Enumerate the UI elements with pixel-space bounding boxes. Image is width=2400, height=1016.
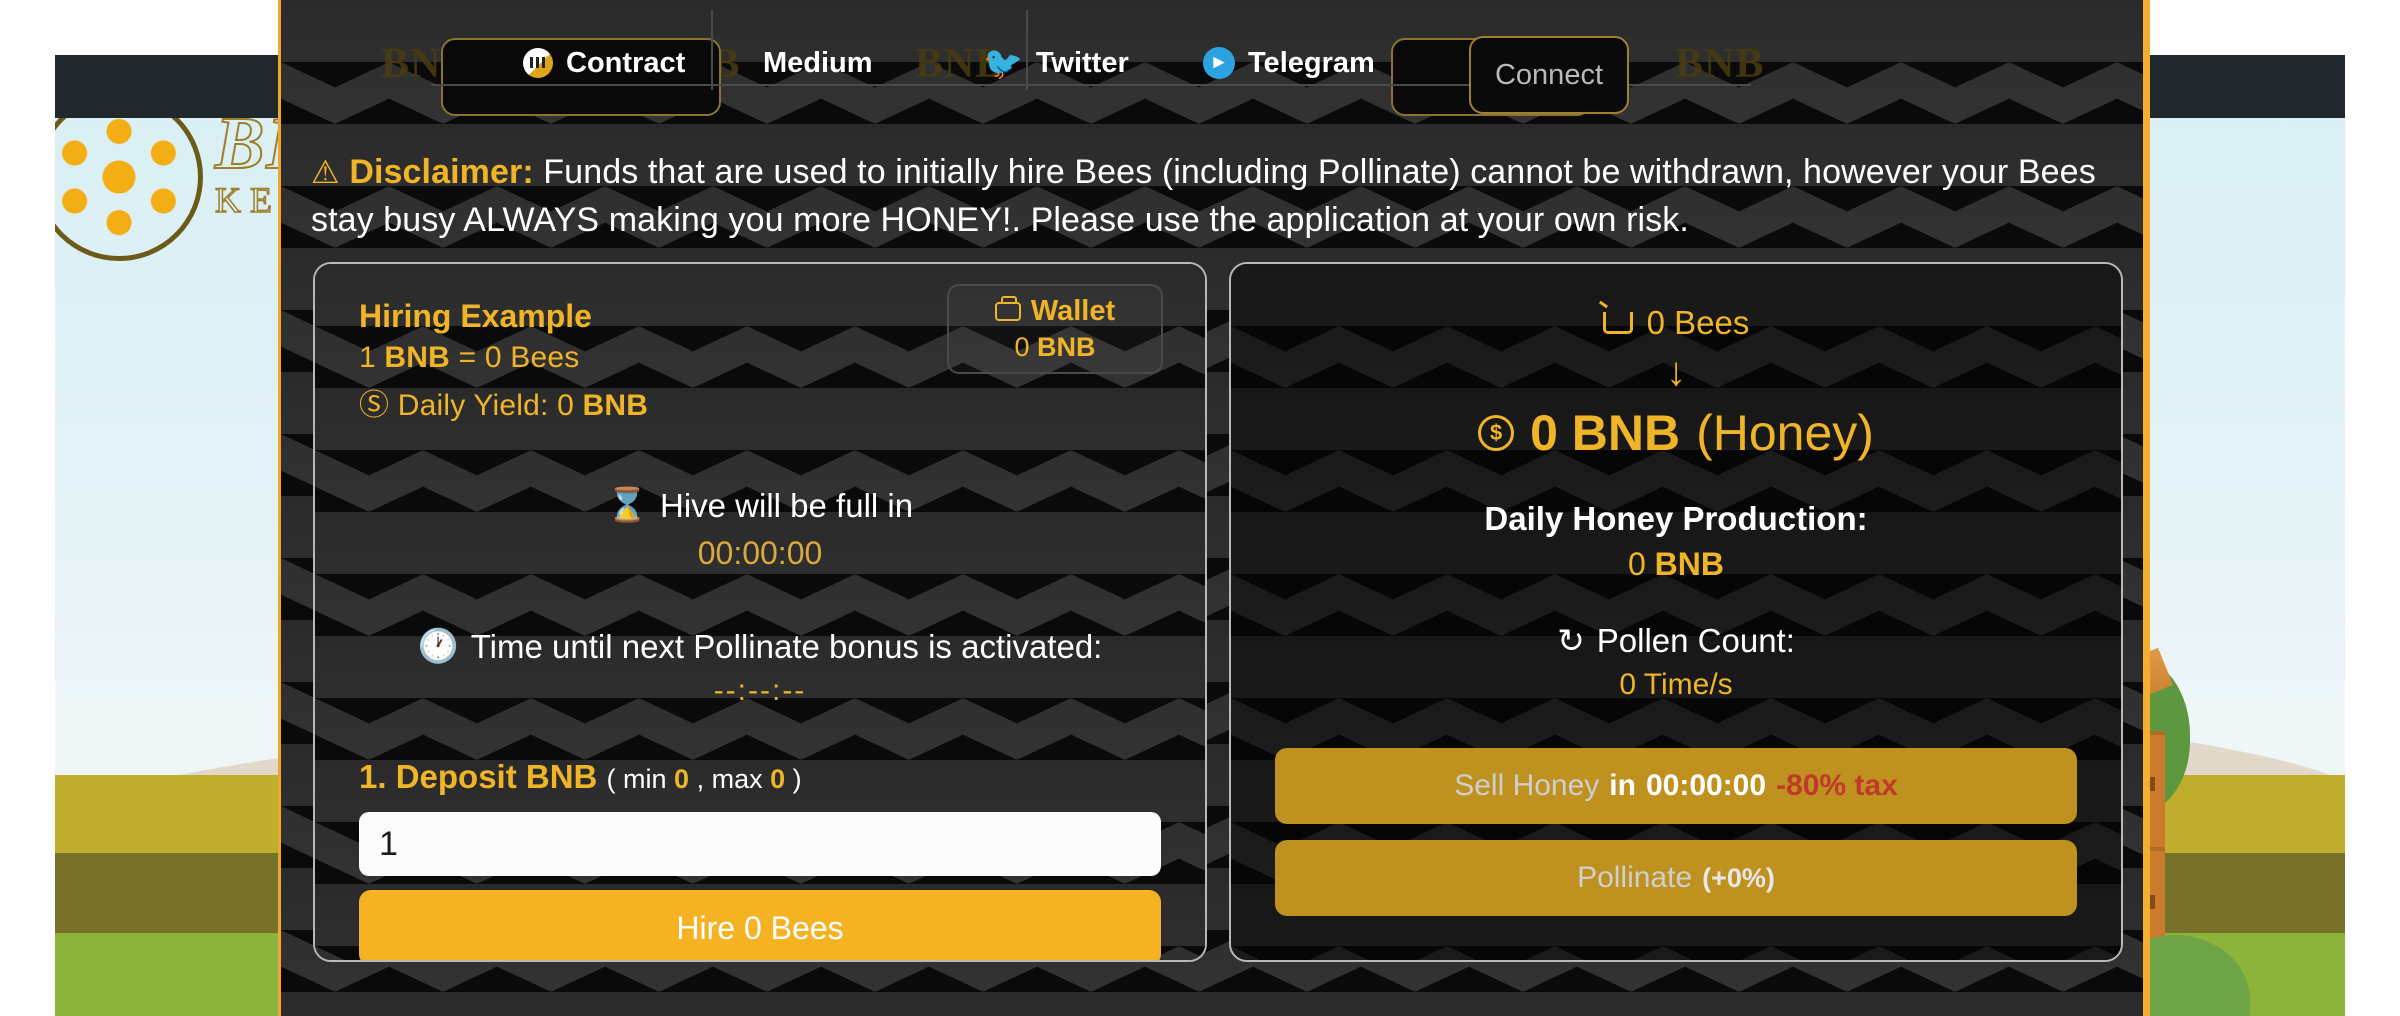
wallet-unit: BNB <box>1037 332 1096 362</box>
nav-item-telegram[interactable]: ► Telegram <box>1161 38 1417 88</box>
pollinate-button[interactable]: Pollinate (+0%) <box>1275 840 2077 916</box>
app-panel: BNB BNB BNB BNB Contract Medium 🐦 Twitte… <box>278 0 2150 1016</box>
cards-container: Hiring Example 1 BNB = 0 Bees Ⓢ Daily Yi… <box>313 262 2123 962</box>
sell-honey-tax: -80% tax <box>1776 769 1898 802</box>
coin-icon: Ⓢ <box>359 389 390 422</box>
hive-full-row: ⌛ Hive will be full in <box>359 486 1161 525</box>
hive-full-label: Hive will be full in <box>660 486 914 524</box>
hire-bees-button[interactable]: Hire 0 Bees <box>359 890 1161 960</box>
pollen-count-label: Pollen Count: <box>1596 621 1795 659</box>
disclaimer-banner: ⚠ Disclaimer: Funds that are used to ini… <box>311 148 2111 245</box>
bees-count-row: 0 Bees <box>1275 304 2077 342</box>
deposit-suffix: ) <box>785 764 802 794</box>
wallet-title-row: Wallet <box>994 295 1116 328</box>
bees-count: 0 Bees <box>1646 304 1750 341</box>
deposit-min-value: 0 <box>674 764 690 794</box>
clock-icon: 🕐 <box>417 627 459 664</box>
deposit-min-prefix: ( min <box>606 764 675 794</box>
daily-yield-value: 0 <box>557 389 583 422</box>
navbar: BNB BNB BNB BNB Contract Medium 🐦 Twitte… <box>281 0 2143 122</box>
daily-yield-row: Ⓢ Daily Yield: 0 BNB <box>359 380 1161 424</box>
deposit-mid: , max <box>689 764 771 794</box>
rate-equals: = 0 Bees <box>450 341 580 374</box>
nav-label-contract: Contract <box>566 46 686 79</box>
arrow-down-icon: ↓ <box>1666 350 1686 394</box>
bnb-watermark: BNB <box>1675 41 1765 87</box>
honey-total-row: 0 BNB (Honey) <box>1275 404 2077 462</box>
pollinate-pct: (+0%) <box>1702 862 1775 893</box>
connect-wallet-button[interactable]: Connect <box>1469 36 1629 114</box>
honey-amount: 0 BNB <box>1530 405 1681 461</box>
wallet-balance-row: 0 BNB <box>1014 332 1095 363</box>
pollinate-label: Pollinate <box>1577 861 1693 894</box>
deposit-amount-input[interactable] <box>359 812 1161 876</box>
deposit-limits: ( min 0 , max 0 ) <box>607 764 802 794</box>
coin-icon <box>1478 415 1515 451</box>
bee-hex-emblem-icon <box>55 93 203 261</box>
production-unit: BNB <box>1654 546 1724 582</box>
production-label: Daily Honey Production: <box>1484 500 1868 537</box>
production-value-row: 0 BNB <box>1275 546 2077 583</box>
nav-item-contract[interactable]: Contract <box>481 38 727 88</box>
rate-unit: BNB <box>384 341 451 374</box>
pollinate-bonus-timer: --:--:-- <box>713 674 807 707</box>
pollinate-bonus-label: Time until next Pollinate bonus is activ… <box>470 627 1103 665</box>
nav-label-medium: Medium <box>763 46 873 79</box>
sell-honey-label: Sell Honey <box>1454 769 1600 802</box>
twitter-icon: 🐦 <box>983 45 1023 81</box>
telegram-icon: ► <box>1203 47 1235 79</box>
wallet-box: Wallet 0 BNB <box>947 284 1163 374</box>
pollinate-bonus-row: 🕐 Time until next Pollinate bonus is act… <box>359 627 1161 666</box>
topbar-left-fill <box>55 55 280 118</box>
connect-label: Connect <box>1494 58 1603 91</box>
production-value: 0 <box>1627 546 1655 582</box>
nav-item-twitter[interactable]: 🐦 Twitter <box>941 38 1171 88</box>
topbar-right-fill <box>2140 55 2345 118</box>
deposit-max-value: 0 <box>770 764 786 794</box>
cart-icon <box>1602 312 1633 334</box>
nav-item-medium[interactable]: Medium <box>721 38 915 88</box>
wallet-icon <box>994 296 1021 321</box>
daily-yield-unit: BNB <box>582 389 649 422</box>
refresh-icon: ↻ <box>1557 622 1585 659</box>
disclaimer-text: Funds that are used to initially hire Be… <box>311 153 2096 240</box>
pollen-count-value: 0 Time/s <box>1619 668 1733 701</box>
sell-honey-in: in <box>1609 769 1636 802</box>
warning-triangle-icon: ⚠ <box>311 154 340 190</box>
honey-suffix: (Honey) <box>1696 405 1874 461</box>
contract-icon <box>523 48 553 78</box>
deposit-label-row: 1. Deposit BNB ( min 0 , max 0 ) <box>359 758 1161 796</box>
pollen-count-row: ↻ Pollen Count: <box>1275 621 2077 660</box>
deposit-step-label: 1. Deposit BNB <box>359 758 598 795</box>
hourglass-icon: ⌛ <box>606 486 648 523</box>
hive-full-timer: 00:00:00 <box>697 535 823 571</box>
honey-card: 0 Bees ↓ 0 BNB (Honey) Daily Honey Produc… <box>1229 262 2123 962</box>
rate-prefix: 1 <box>359 341 385 374</box>
disclaimer-label: Disclaimer: <box>349 153 534 191</box>
sell-honey-timer: 00:00:00 <box>1645 769 1767 802</box>
nav-label-twitter: Twitter <box>1035 46 1129 79</box>
wallet-amount: 0 <box>1014 332 1038 362</box>
nav-label-telegram: Telegram <box>1248 46 1375 79</box>
sell-honey-button[interactable]: Sell Honey in 00:00:00 -80% tax <box>1275 748 2077 824</box>
hiring-card: Hiring Example 1 BNB = 0 Bees Ⓢ Daily Yi… <box>313 262 1207 962</box>
wallet-label: Wallet <box>1030 295 1116 327</box>
daily-yield-label: Daily Yield: <box>397 389 558 422</box>
